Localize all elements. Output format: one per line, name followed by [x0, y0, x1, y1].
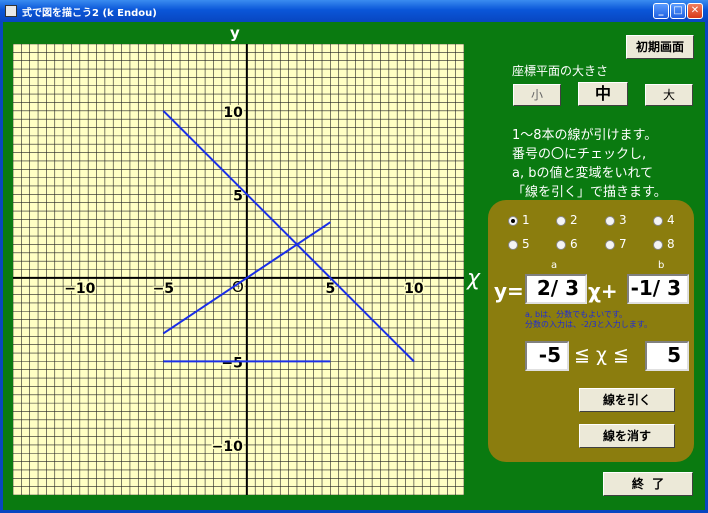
intercept-input[interactable]: -1/ 3: [627, 274, 689, 304]
radio-dot: [556, 215, 566, 226]
radio-line-4[interactable]: 4: [653, 213, 675, 227]
instruction-line-2: 番号の〇にチェックし,: [512, 147, 647, 162]
radio-line-1[interactable]: 1: [508, 213, 530, 227]
label-b: b: [658, 260, 665, 271]
radio-line-3[interactable]: 3: [605, 213, 627, 227]
radio-line-5[interactable]: 5: [508, 237, 530, 251]
exit-button[interactable]: 終 了: [603, 472, 693, 496]
radio-line-7[interactable]: 7: [605, 237, 627, 251]
x-tick-label: −5: [153, 281, 174, 297]
equation-y-label: y=: [494, 279, 524, 303]
slope-input[interactable]: 2/ 3: [525, 274, 587, 304]
reset-button[interactable]: 初期画面: [626, 35, 694, 59]
x-tick-label: 10: [404, 281, 424, 297]
window-title: 式で図を描こう2 (k Endou): [22, 8, 157, 19]
y-axis-label: y: [230, 24, 240, 42]
radio-line-8[interactable]: 8: [653, 237, 675, 251]
instruction-line-1: 1〜8本の線が引けます。: [512, 128, 658, 143]
app-icon: [5, 5, 17, 17]
domain-from-input[interactable]: -5: [525, 341, 569, 371]
radio-dot: [653, 215, 663, 226]
domain-inequality: ≦ χ ≦: [574, 344, 629, 366]
instruction-line-4: 「線を引く」で描きます。: [512, 185, 667, 200]
draw-line-button[interactable]: 線を引く: [579, 388, 675, 412]
y-tick-label: −10: [212, 439, 243, 455]
x-axis-label: χ: [467, 266, 481, 291]
fraction-note-2: 分数の入力は、-2/3と入力します。: [525, 320, 652, 329]
size-heading: 座標平面の大きさ: [512, 64, 609, 78]
radio-line-6[interactable]: 6: [556, 237, 578, 251]
y-tick-label: 5: [233, 188, 243, 204]
radio-dot: [653, 239, 663, 250]
radio-line-2[interactable]: 2: [556, 213, 578, 227]
erase-line-button[interactable]: 線を消す: [579, 424, 675, 448]
title-bar: 式で図を描こう2 (k Endou) _ □ ✕: [0, 0, 708, 22]
equation-x-plus: χ+: [588, 279, 618, 303]
x-tick-label: 5: [325, 281, 335, 297]
radio-dot: [605, 215, 615, 226]
maximize-button[interactable]: □: [670, 3, 686, 19]
radio-dot: [605, 239, 615, 250]
y-tick-label: 10: [223, 105, 243, 121]
label-a: a: [551, 260, 558, 271]
radio-dot: [556, 239, 566, 250]
minimize-button[interactable]: _: [653, 3, 669, 19]
size-large-button[interactable]: 大: [645, 84, 693, 106]
coordinate-plane[interactable]: −10 −5 5 10105−5−10O: [13, 44, 464, 495]
y-tick-label: −5: [221, 355, 242, 371]
close-button[interactable]: ✕: [687, 3, 703, 19]
radio-dot-selected: [508, 215, 518, 226]
size-small-button[interactable]: 小: [513, 84, 561, 106]
radio-dot: [508, 239, 518, 250]
size-medium-button[interactable]: 中: [578, 82, 628, 106]
x-tick-label: −10: [64, 281, 95, 297]
instruction-line-3: a, bの値と変域をいれて: [512, 166, 654, 181]
domain-to-input[interactable]: 5: [645, 341, 689, 371]
